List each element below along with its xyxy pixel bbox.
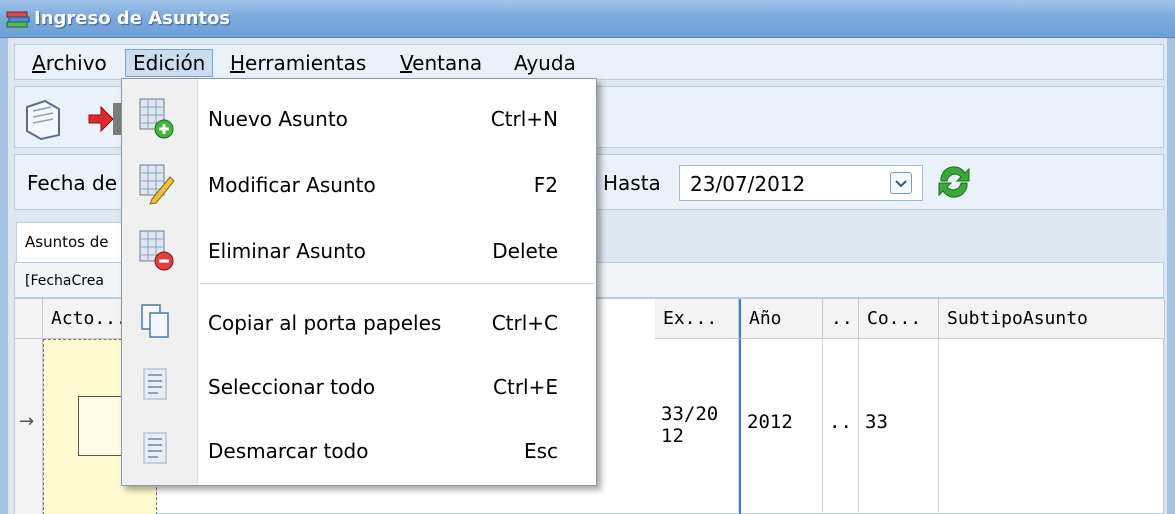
document-lines-icon: [143, 432, 167, 464]
to-date-field[interactable]: 23/07/2012: [679, 165, 923, 201]
menu-item-shortcut: Ctrl+C: [491, 311, 558, 335]
menu-herramientas[interactable]: Herramientas: [223, 49, 373, 77]
column-header-co[interactable]: Co...: [859, 299, 939, 339]
grid-add-icon: [139, 98, 174, 139]
menu-item-shortcut: Ctrl+N: [490, 107, 558, 131]
menu-item-shortcut: Esc: [523, 439, 558, 463]
menu-bar: Archivo Edición Herramientas Ventana Ayu…: [14, 44, 1164, 80]
table-cell-dots[interactable]: ..: [823, 339, 859, 514]
grid-delete-icon: [139, 230, 174, 271]
menu-item-label: Desmarcar todo: [208, 439, 369, 463]
menu-item-label: Nuevo Asunto: [208, 107, 348, 131]
menu-item-copiar[interactable]: Copiar al porta papeles Ctrl+C: [122, 289, 596, 355]
row-indicator-header: [15, 299, 43, 339]
menu-item-modificar-asunto[interactable]: Modificar Asunto F2: [122, 151, 596, 217]
menu-item-desmarcar-todo[interactable]: Desmarcar todo Esc: [122, 417, 596, 483]
app-books-icon: [6, 11, 30, 28]
refresh-icon[interactable]: [933, 161, 975, 203]
column-header-dots[interactable]: ..: [823, 299, 859, 339]
copy-icon: [141, 304, 169, 338]
from-date-label: Fecha de: [27, 171, 117, 195]
cell-anio-value: 2012: [747, 411, 793, 433]
menu-edicion[interactable]: Edición: [125, 49, 214, 77]
title-bar: Ingreso de Asuntos: [0, 0, 1175, 38]
menu-item-shortcut: Delete: [492, 239, 558, 263]
window-title: Ingreso de Asuntos: [34, 8, 231, 29]
menu-item-label: Copiar al porta papeles: [208, 311, 442, 335]
menu-separator: [200, 283, 594, 284]
group-label: [FechaCrea: [25, 273, 104, 289]
menu-item-nuevo-asunto[interactable]: Nuevo Asunto Ctrl+N: [122, 85, 596, 151]
current-row-arrow-icon: →: [19, 411, 35, 432]
menu-item-shortcut: F2: [533, 173, 558, 197]
grid-edit-icon: [139, 164, 175, 205]
column-header-subtipo[interactable]: SubtipoAsunto: [939, 299, 1165, 339]
menu-item-label: Modificar Asunto: [208, 173, 376, 197]
cell-dots-value: ..: [829, 411, 852, 433]
table-cell-ex[interactable]: 33/20 12: [655, 339, 739, 514]
menu-item-label: Eliminar Asunto: [208, 239, 366, 263]
to-date-value: 23/07/2012: [690, 172, 806, 196]
table-cell-subtipo[interactable]: [939, 339, 1165, 514]
open-document-icon[interactable]: [21, 95, 67, 141]
cell-ex-line2: 12: [661, 425, 684, 447]
tab-asuntos-label: Asuntos de: [25, 233, 109, 251]
menu-ventana[interactable]: Ventana: [393, 49, 489, 77]
chevron-down-icon: [895, 180, 907, 188]
menu-item-eliminar-asunto[interactable]: Eliminar Asunto Delete: [122, 217, 596, 283]
menu-item-shortcut: Ctrl+E: [493, 375, 558, 399]
table-cell-co[interactable]: 33: [859, 339, 939, 514]
column-header-ex[interactable]: Ex...: [655, 299, 739, 339]
edicion-dropdown-menu: Nuevo Asunto Ctrl+N Modificar Asunto F2 …: [121, 78, 597, 486]
menu-item-seleccionar-todo[interactable]: Seleccionar todo Ctrl+E: [122, 353, 596, 419]
menu-ayuda[interactable]: Ayuda: [507, 49, 583, 77]
menu-item-label: Seleccionar todo: [208, 375, 376, 399]
cell-ex-line1: 33/20: [661, 403, 719, 425]
document-lines-icon: [143, 368, 167, 400]
date-dropdown-button[interactable]: [890, 172, 912, 194]
menu-archivo[interactable]: Archivo: [25, 49, 114, 77]
to-date-label: Hasta: [603, 171, 661, 195]
cell-co-value: 33: [865, 411, 888, 433]
column-header-anio[interactable]: Año: [739, 299, 823, 339]
table-cell-anio[interactable]: 2012: [739, 339, 823, 514]
row-indicator[interactable]: →: [15, 339, 43, 514]
